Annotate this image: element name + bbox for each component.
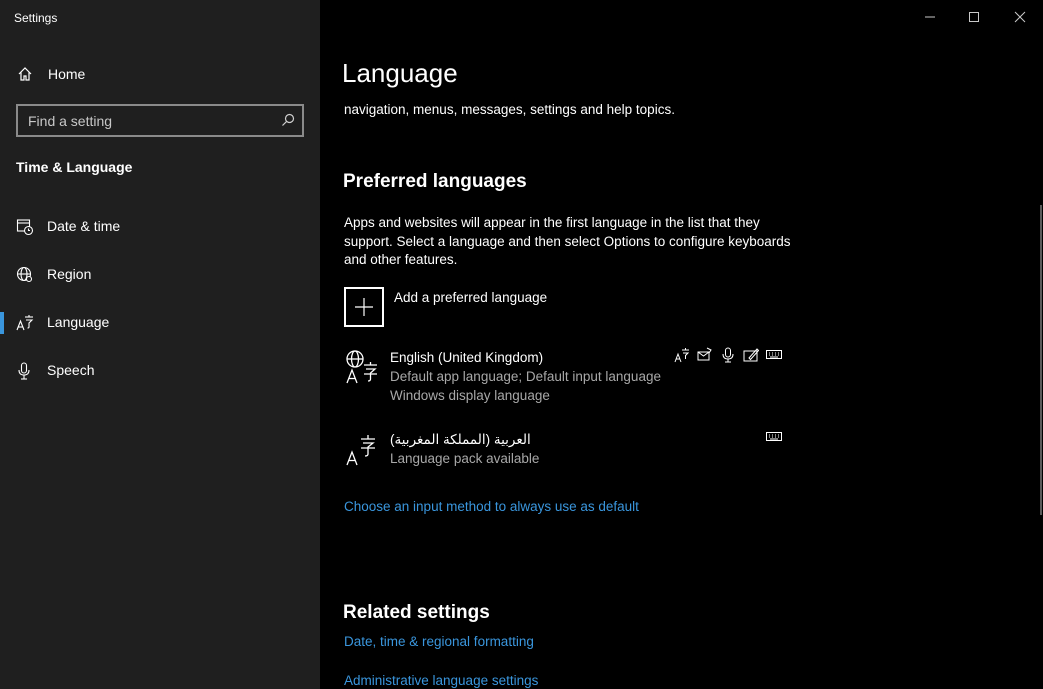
main-content: Language navigation, menus, messages, se… [320,0,1043,689]
date-time-formatting-link[interactable]: Date, time & regional formatting [344,634,534,649]
add-language-label: Add a preferred language [394,290,548,305]
language-icon [16,315,34,331]
intro-text: navigation, menus, messages, settings an… [344,102,675,117]
language-name: العربية (المملكة المغربية) [390,432,531,447]
speech-recognition-icon [722,347,734,363]
language-subtitle: Windows display language [390,388,550,403]
language-name: English (United Kingdom) [390,350,544,365]
keyboard-icon [766,350,782,359]
language-subtitle: Language pack available [390,451,540,466]
plus-box [344,287,384,327]
selected-indicator [0,312,4,334]
date-time-icon [16,219,34,236]
preferred-languages-description: Apps and websites will appear in the fir… [344,215,791,267]
sidebar-item-label: Date & time [47,218,121,234]
handwriting-icon [743,348,759,362]
home-icon [18,67,32,81]
language-item-english[interactable]: English (United Kingdom) Default app lan… [344,348,784,408]
admin-language-settings-link[interactable]: Administrative language settings [344,673,538,688]
sidebar-item-language[interactable]: Language [0,302,320,342]
sidebar-item-speech[interactable]: Speech [0,350,320,390]
search-input[interactable] [18,106,274,135]
section-title: Time & Language [16,159,133,175]
search-icon[interactable] [281,113,295,127]
plus-icon [355,298,373,316]
sidebar: Settings Home Time & Language Date & tim… [0,0,320,689]
sidebar-item-home[interactable]: Home [0,58,320,90]
preferred-languages-heading: Preferred languages [343,171,527,192]
language-pack-icon [674,348,690,363]
related-settings-heading: Related settings [343,602,490,623]
app-title: Settings [14,11,58,25]
sidebar-item-label: Language [47,314,110,330]
sidebar-item-label: Region [47,266,92,282]
page-title: Language [342,58,458,88]
search-box[interactable] [16,104,304,137]
sidebar-item-region[interactable]: Region [0,254,320,294]
sidebar-item-date-time[interactable]: Date & time [0,206,320,246]
keyboard-icon [766,432,782,441]
language-icon [346,435,375,466]
add-language-button[interactable]: Add a preferred language [344,287,774,327]
language-globe-icon [346,350,377,384]
language-item-arabic[interactable]: العربية (المملكة المغربية) Language pack… [344,430,784,470]
text-to-speech-icon [697,347,712,361]
scrollbar[interactable] [1040,205,1042,515]
microphone-icon [18,362,30,380]
sidebar-item-label: Home [48,66,86,82]
region-globe-icon [16,266,33,283]
sidebar-item-label: Speech [47,362,95,378]
input-method-link[interactable]: Choose an input method to always use as … [344,499,639,514]
language-subtitle: Default app language; Default input lang… [390,369,661,384]
